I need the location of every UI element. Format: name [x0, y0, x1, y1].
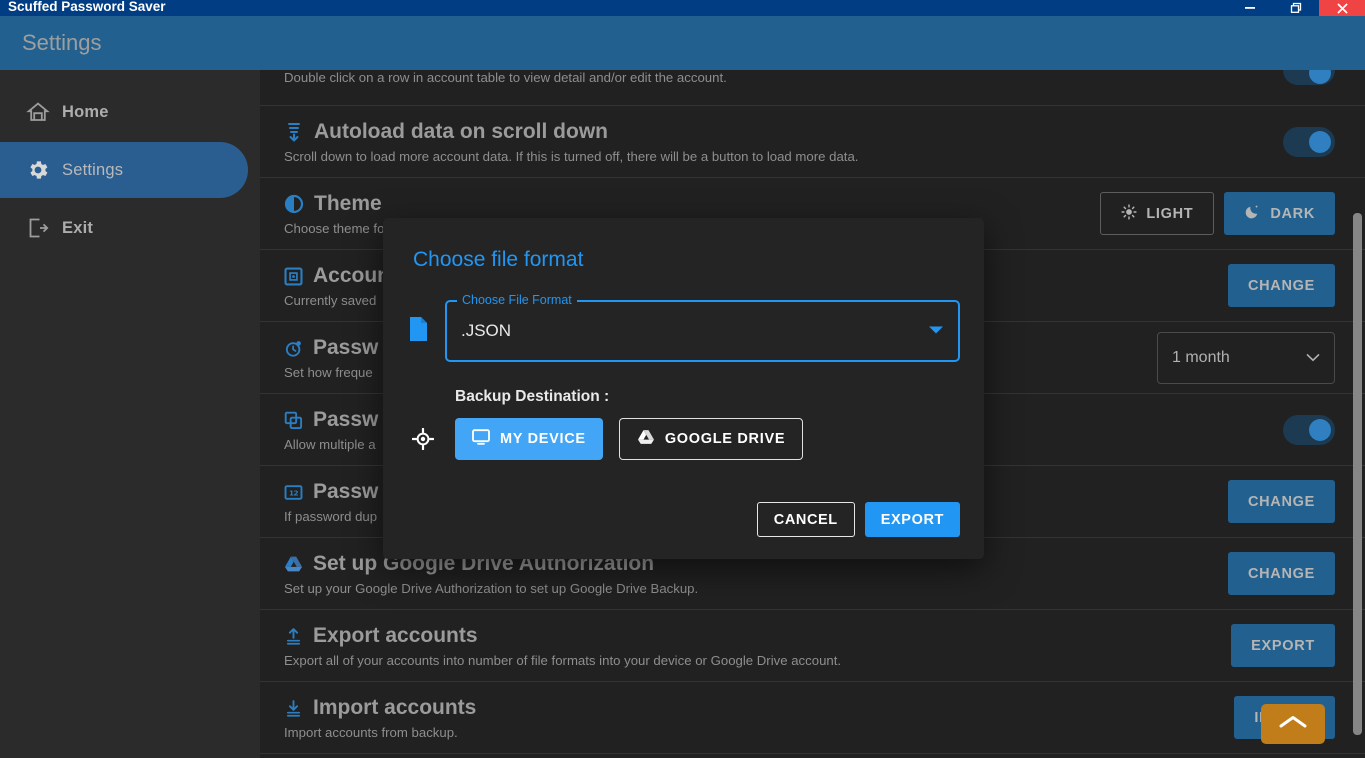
account-icon	[284, 266, 303, 286]
exit-icon	[14, 216, 62, 240]
toggle-knob	[1309, 130, 1331, 153]
app-header: Settings	[0, 16, 1365, 70]
toggle-knob	[1309, 70, 1331, 84]
theme-icon	[284, 194, 304, 214]
backup-destination-label: Backup Destination :	[455, 388, 610, 405]
google-drive-icon	[284, 555, 303, 573]
sidebar-item-label: Home	[62, 102, 109, 121]
autoload-icon	[284, 121, 304, 143]
sidebar-item-label: Exit	[62, 218, 94, 237]
import-icon	[284, 699, 303, 718]
file-format-legend: Choose File Format	[457, 293, 577, 307]
sidebar-item-settings[interactable]: Settings	[0, 142, 248, 198]
file-format-field-wrap: Choose File Format .JSON	[407, 293, 960, 362]
password-interval-select[interactable]: 1 month	[1157, 331, 1335, 384]
select-value: 1 month	[1172, 348, 1230, 366]
sidebar-item-exit[interactable]: Exit	[0, 200, 248, 256]
toggle-switch[interactable]	[1283, 126, 1335, 157]
google-drive-icon	[637, 429, 655, 449]
file-format-select[interactable]: Choose File Format .JSON	[445, 293, 960, 362]
restore-button[interactable]	[1273, 0, 1319, 16]
page-title: Settings	[22, 30, 102, 55]
scroll-to-top-button[interactable]	[1261, 704, 1325, 744]
monitor-icon	[472, 429, 490, 449]
toggle-knob	[1309, 418, 1331, 441]
row-title: Import accounts	[284, 695, 1216, 721]
choose-file-format-dialog: Choose file format Choose File Format .J…	[383, 218, 984, 559]
theme-dark-label: DARK	[1270, 205, 1315, 222]
row-title-text: Theme	[314, 192, 382, 215]
sun-icon	[1121, 203, 1137, 224]
dialog-title: Choose file format	[413, 248, 584, 271]
moon-icon	[1244, 203, 1261, 224]
home-icon	[14, 100, 62, 124]
password-timer-icon	[284, 339, 303, 358]
sidebar-item-home[interactable]: Home	[0, 84, 248, 140]
toggle-switch[interactable]	[1283, 70, 1335, 85]
google-drive-change-button[interactable]: CHANGE	[1227, 552, 1335, 595]
row-description: Double click on a row in account table t…	[284, 70, 727, 85]
row-title-text: Autoload data on scroll down	[314, 120, 608, 143]
row-title: Theme	[284, 191, 1082, 217]
row-description: Export all of your accounts into number …	[284, 653, 842, 668]
row-title-text: Passw	[313, 480, 379, 503]
destination-google-drive-button[interactable]: GOOGLE DRIVE	[618, 418, 804, 460]
chevron-down-icon	[1306, 349, 1320, 367]
theme-light-button[interactable]: LIGHT	[1100, 192, 1215, 235]
export-icon	[284, 627, 303, 646]
file-format-value: .JSON	[461, 321, 512, 340]
minimize-button[interactable]	[1227, 0, 1273, 16]
target-icon	[407, 428, 439, 450]
settings-row-autoload: Autoload data on scroll down Scroll down…	[260, 106, 1365, 178]
close-button[interactable]	[1319, 0, 1365, 16]
scrollbar-thumb[interactable]	[1353, 213, 1362, 735]
export-accounts-button[interactable]: EXPORT	[1231, 624, 1335, 667]
row-title-text: Export accounts	[313, 624, 478, 647]
settings-row-export: Export accounts Export all of your accou…	[260, 610, 1365, 682]
svg-text:2: 2	[294, 488, 299, 497]
chevron-down-icon[interactable]	[928, 322, 944, 340]
window-controls	[1227, 0, 1365, 16]
sidebar-item-label: Settings	[62, 160, 124, 179]
file-icon	[407, 316, 429, 347]
sidebar: Home Settings Exit	[0, 70, 260, 758]
password-count-icon: 12	[284, 483, 303, 502]
theme-dark-button[interactable]: DARK	[1224, 192, 1335, 235]
destination-my-device-button[interactable]: MY DEVICE	[455, 418, 603, 460]
toggle-switch[interactable]	[1283, 414, 1335, 445]
row-title: Autoload data on scroll down	[284, 119, 1265, 145]
dialog-actions: CANCEL EXPORT	[756, 502, 960, 537]
row-description: Scroll down to load more account data. I…	[284, 149, 859, 164]
row-description: Import accounts from backup.	[284, 725, 458, 740]
backup-destination-group: MY DEVICE GOOGLE DRIVE	[407, 418, 960, 460]
title-bar: Scuffed Password Saver	[0, 0, 1365, 16]
row-title-text: Passw	[313, 336, 379, 359]
destination-label: MY DEVICE	[500, 431, 586, 447]
settings-row-import: Import accounts Import accounts from bac…	[260, 682, 1365, 754]
cancel-button[interactable]: CANCEL	[756, 502, 855, 537]
app-title: Scuffed Password Saver	[8, 0, 166, 14]
password-count-change-button[interactable]: CHANGE	[1227, 480, 1335, 523]
row-title-text: Import accounts	[313, 696, 477, 719]
export-button[interactable]: EXPORT	[864, 502, 960, 537]
gear-icon	[14, 158, 62, 182]
theme-light-label: LIGHT	[1146, 205, 1194, 222]
password-duplicate-icon	[284, 411, 303, 430]
settings-row-partial: Double click on a row in account table t…	[260, 70, 1365, 106]
content-scrollbar[interactable]	[1353, 70, 1362, 758]
account-change-button[interactable]: CHANGE	[1227, 264, 1335, 307]
row-description: Set up your Google Drive Authorization t…	[284, 581, 699, 596]
row-title: Export accounts	[284, 623, 1213, 649]
scroll-to-top-icon	[1278, 713, 1308, 736]
destination-label: GOOGLE DRIVE	[664, 431, 786, 447]
row-title-text: Passw	[313, 408, 379, 431]
